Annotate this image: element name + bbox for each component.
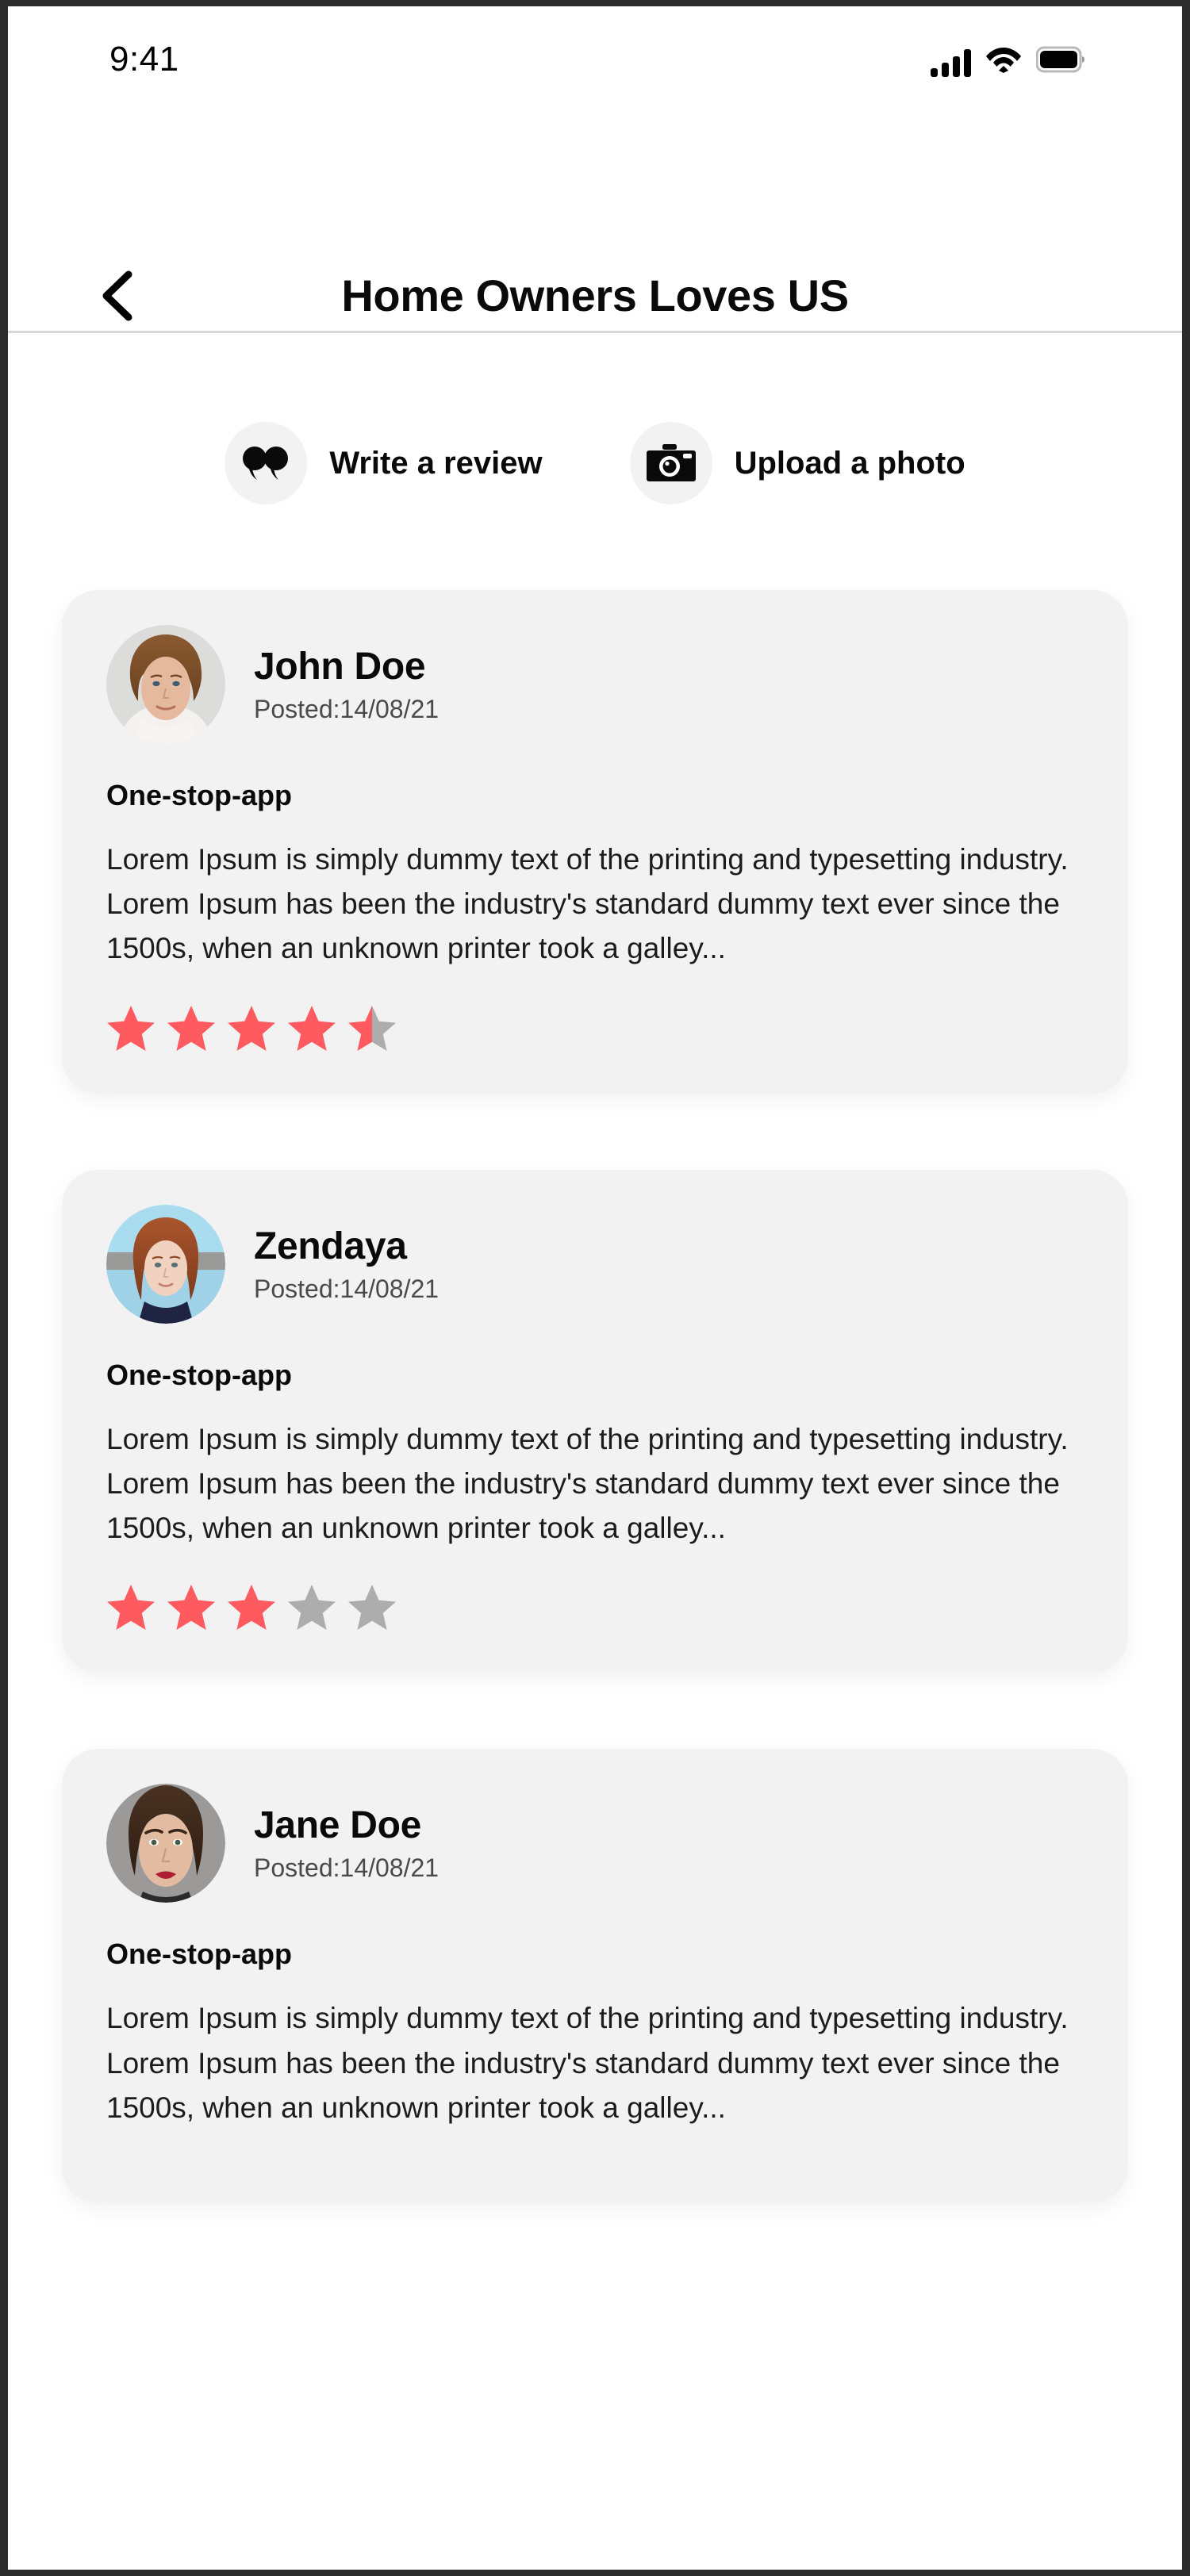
camera-icon <box>629 422 712 504</box>
write-a-review-button[interactable]: Write a review <box>225 422 543 504</box>
reviewer-meta: John Doe Posted:14/08/21 <box>254 645 439 724</box>
posted-date: Posted:14/08/21 <box>254 695 440 723</box>
star-icon[interactable] <box>347 1582 397 1631</box>
action-row: Write a review Upload a photo <box>8 422 1182 504</box>
battery-full-icon <box>1035 46 1087 77</box>
page-title: Home Owners Loves US <box>341 270 849 320</box>
review-list: John Doe Posted:14/08/21 One-stop-app Lo… <box>8 590 1182 2204</box>
star-rating[interactable] <box>106 1582 1084 1631</box>
status-bar-time: 9:41 <box>109 40 179 79</box>
wifi-icon <box>985 44 1022 77</box>
review-subject: One-stop-app <box>106 1358 292 1391</box>
review-header: Zendaya Posted:14/08/21 <box>106 1204 1084 1324</box>
star-icon[interactable] <box>106 1582 155 1631</box>
signal-bars-icon <box>931 48 971 77</box>
upload-a-photo-button[interactable]: Upload a photo <box>629 422 965 504</box>
review-header: Jane Doe Posted:14/08/21 <box>106 1784 1084 1903</box>
phone-frame: 9:41 Home Owners Loves US Write a review… <box>0 0 1190 2576</box>
quote-bubbles-icon <box>225 422 308 504</box>
upload-a-photo-label: Upload a photo <box>734 445 965 481</box>
star-rating[interactable] <box>106 1003 1084 1052</box>
review-card[interactable]: Jane Doe Posted:14/08/21 One-stop-app Lo… <box>62 1749 1128 2204</box>
star-icon[interactable] <box>106 1003 155 1052</box>
reviewer-name: Zendaya <box>254 1225 407 1267</box>
star-icon[interactable] <box>167 1003 216 1052</box>
posted-date: Posted:14/08/21 <box>254 1274 440 1303</box>
avatar <box>106 625 225 744</box>
review-header: John Doe Posted:14/08/21 <box>106 625 1084 744</box>
reviewer-meta: Zendaya Posted:14/08/21 <box>254 1225 439 1304</box>
star-icon[interactable] <box>167 1582 216 1631</box>
avatar <box>106 1204 225 1324</box>
reviewer-name: Jane Doe <box>254 1804 422 1847</box>
review-card[interactable]: John Doe Posted:14/08/21 One-stop-app Lo… <box>62 590 1128 1094</box>
nav-header: Home Owners Loves US <box>8 86 1182 333</box>
avatar <box>106 1784 225 1903</box>
status-bar: 9:41 <box>8 6 1182 86</box>
star-icon[interactable] <box>227 1582 276 1631</box>
write-a-review-label: Write a review <box>329 445 543 481</box>
reviewer-name: John Doe <box>254 646 426 688</box>
review-body: Lorem Ipsum is simply dummy text of the … <box>106 1422 1069 1545</box>
review-body: Lorem Ipsum is simply dummy text of the … <box>106 843 1069 965</box>
star-icon[interactable] <box>287 1003 336 1052</box>
review-subject: One-stop-app <box>106 1938 292 1971</box>
star-icon[interactable] <box>287 1582 336 1631</box>
star-icon[interactable] <box>227 1003 276 1052</box>
app-screen: 9:41 Home Owners Loves US Write a review… <box>8 6 1182 2570</box>
reviewer-meta: Jane Doe Posted:14/08/21 <box>254 1804 439 1883</box>
star-icon[interactable] <box>347 1003 397 1052</box>
review-card[interactable]: Zendaya Posted:14/08/21 One-stop-app Lor… <box>62 1169 1128 1673</box>
posted-date: Posted:14/08/21 <box>254 1853 440 1883</box>
review-subject: One-stop-app <box>106 779 292 811</box>
status-bar-icons <box>931 44 1087 77</box>
review-body: Lorem Ipsum is simply dummy text of the … <box>106 2002 1069 2124</box>
